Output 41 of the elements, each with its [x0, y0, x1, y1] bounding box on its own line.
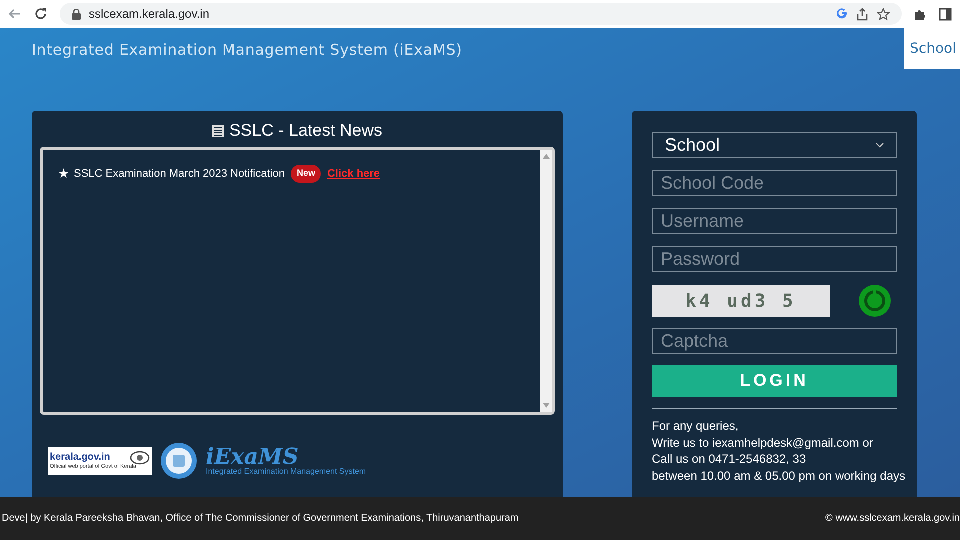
- footer-copyright: © www.sslcexam.kerala.gov.in: [826, 512, 960, 526]
- scroll-down-icon[interactable]: [542, 403, 550, 408]
- input-field[interactable]: School Code: [652, 170, 897, 196]
- iexams-emblem-icon: [160, 442, 198, 480]
- logo-text: kerala.gov.in: [50, 453, 110, 464]
- captcha-field[interactable]: Captcha: [652, 328, 897, 354]
- school-tab[interactable]: School: [904, 28, 960, 69]
- emblem-icon: [130, 451, 150, 466]
- puzzle-icon[interactable]: [914, 8, 927, 20]
- lock-icon: [72, 8, 81, 20]
- address-bar[interactable]: sslcexam.kerala.gov.in: [60, 3, 902, 25]
- url-text: sslcexam.kerala.gov.in: [89, 6, 210, 23]
- scrollbar[interactable]: [540, 150, 552, 412]
- login-button[interactable]: LOGIN: [652, 365, 897, 397]
- role-select[interactable]: School: [652, 132, 897, 158]
- chevron-down-icon: [876, 142, 884, 148]
- news-text: SSLC Examination March 2023 Notification: [74, 166, 285, 182]
- contact-text: For any queries,: [652, 418, 739, 434]
- star-icon[interactable]: [877, 8, 890, 20]
- footer-credit: Deve| by Kerala Pareeksha Bhavan, Office of The Commissioner of Government Examinations, Thiruvananthapuram: [1, 512, 519, 526]
- share-icon[interactable]: [856, 8, 869, 20]
- click-here-link[interactable]: Click here: [327, 166, 380, 182]
- back-arrow-icon[interactable]: [8, 7, 22, 21]
- sidebar-icon[interactable]: [939, 8, 952, 20]
- new-badge: New: [290, 165, 322, 182]
- google-icon[interactable]: [836, 8, 848, 20]
- reload-icon[interactable]: [34, 7, 48, 21]
- news-title: SSLC - Latest News: [229, 120, 383, 142]
- captcha-text: k4 ud3 5: [686, 290, 796, 314]
- input-field[interactable]: Password: [652, 246, 897, 272]
- contact-text: Call us on 0471-2546832, 33: [652, 451, 806, 468]
- logo-tagline: Integrated Examination Management System: [206, 468, 366, 476]
- refresh-icon[interactable]: [858, 284, 892, 318]
- list-icon: [212, 124, 226, 138]
- logo-text: iExaMS: [206, 446, 299, 468]
- contact-text: Write us to iexamhelpdesk@gmail.com or: [652, 434, 874, 451]
- scroll-up-icon[interactable]: [542, 154, 550, 159]
- star-icon: ★: [58, 164, 70, 184]
- input-field[interactable]: Username: [652, 208, 897, 234]
- site-title: Integrated Examination Management System (iExaMS): [32, 40, 462, 61]
- contact-text: between 10.00 am & 05.00 pm on working days: [652, 468, 906, 484]
